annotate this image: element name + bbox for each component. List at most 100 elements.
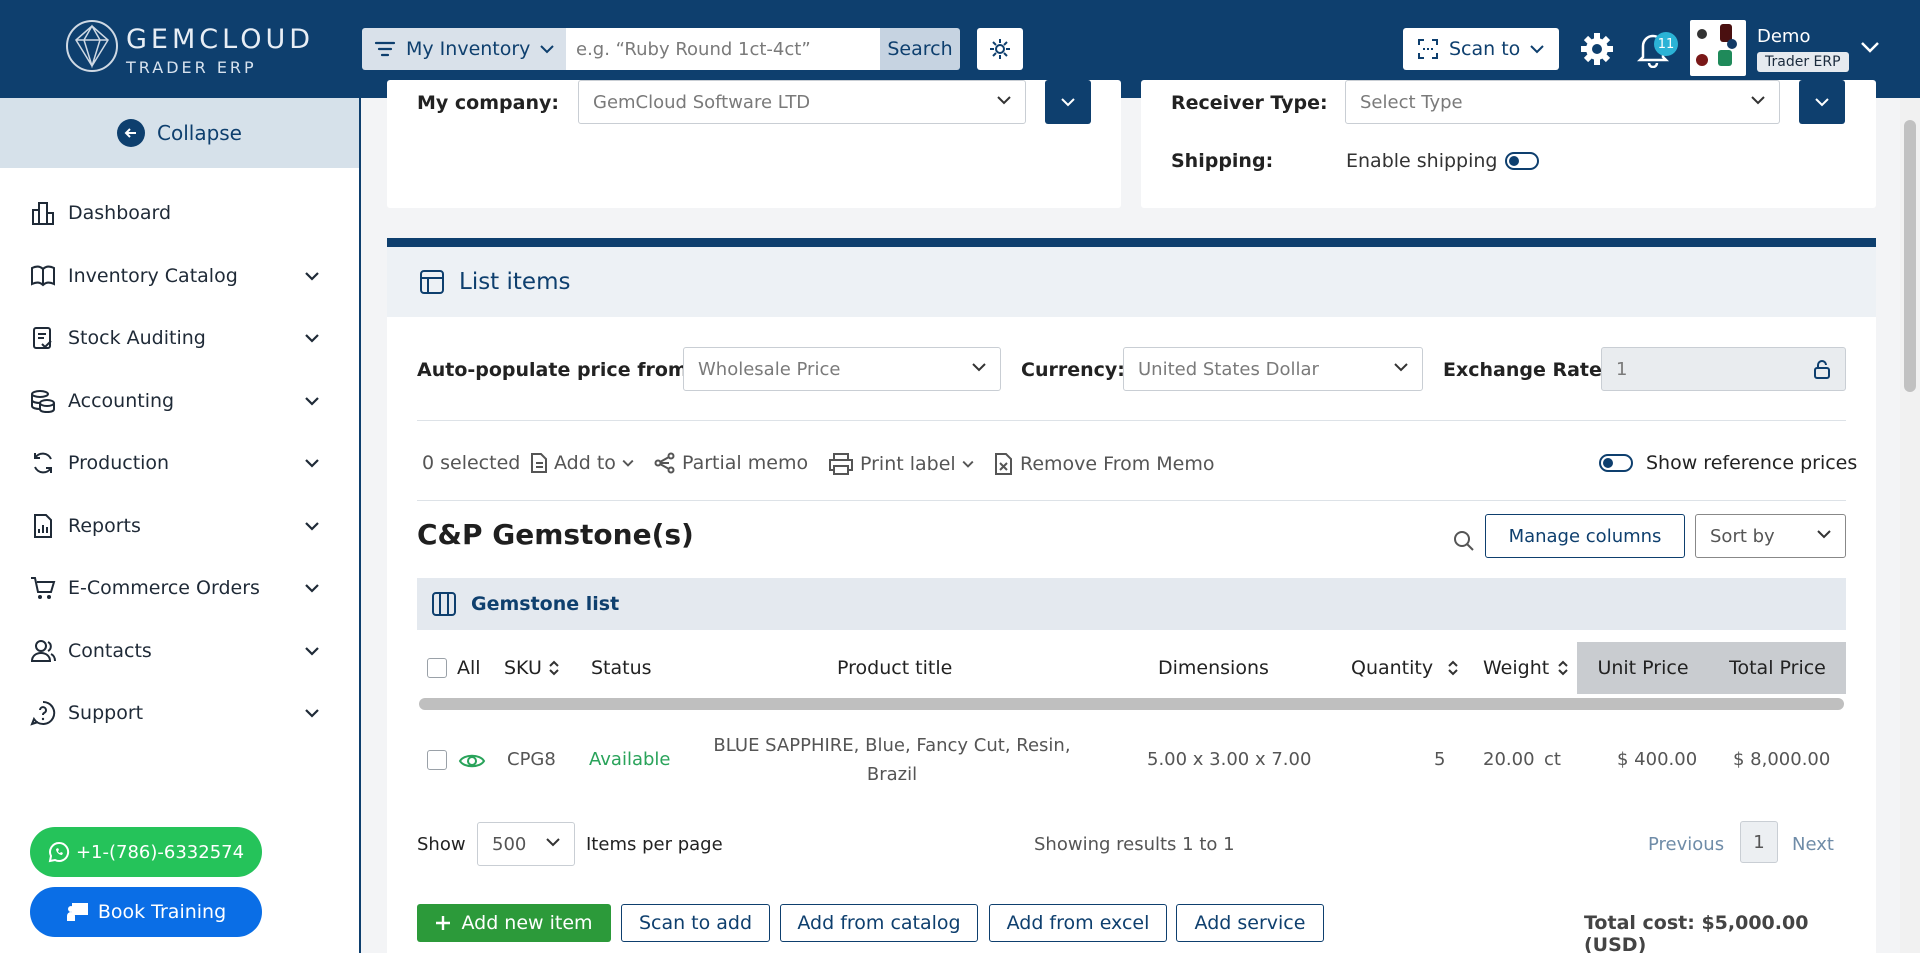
row-total-price: $ 8,000.00 bbox=[1733, 749, 1831, 770]
whatsapp-button[interactable]: +1-(786)-6332574 bbox=[30, 827, 262, 877]
sidebar-item-inventory-catalog[interactable]: Inventory Catalog bbox=[0, 245, 359, 308]
next-page-link[interactable]: Next bbox=[1792, 834, 1834, 855]
sort-by-value: Sort by bbox=[1710, 525, 1775, 547]
currency-value: United States Dollar bbox=[1138, 358, 1319, 380]
chevron-down-icon bbox=[997, 96, 1011, 105]
sidebar-item-label: Reports bbox=[68, 514, 141, 537]
column-weight-label: Weight bbox=[1483, 657, 1550, 679]
column-product-title: Product title bbox=[837, 657, 953, 679]
per-page-select[interactable]: 500 bbox=[477, 822, 575, 866]
sidebar-item-dashboard[interactable]: Dashboard bbox=[0, 182, 359, 245]
results-summary: Showing results 1 to 1 bbox=[1034, 834, 1235, 855]
receiver-expand-button[interactable] bbox=[1799, 80, 1845, 124]
add-service-button[interactable]: Add service bbox=[1176, 904, 1324, 942]
add-to-dropdown[interactable]: Add to bbox=[530, 452, 634, 474]
scan-to-add-button[interactable]: Scan to add bbox=[621, 904, 770, 942]
divider bbox=[417, 500, 1846, 501]
chevron-down-icon bbox=[546, 838, 560, 847]
row-checkbox[interactable] bbox=[427, 750, 447, 775]
sidebar-item-accounting[interactable]: Accounting bbox=[0, 370, 359, 433]
print-label-dropdown[interactable]: Print label bbox=[828, 452, 974, 476]
gem-logo-icon bbox=[66, 20, 118, 72]
columns-icon bbox=[432, 592, 456, 616]
search-button[interactable]: Search bbox=[880, 28, 960, 70]
inventory-scope-label: My Inventory bbox=[406, 38, 531, 60]
sidebar-item-ecommerce-orders[interactable]: E-Commerce Orders bbox=[0, 557, 359, 620]
row-weight: 20.00 bbox=[1483, 749, 1535, 770]
chevron-down-icon bbox=[305, 396, 319, 406]
chevron-down-icon bbox=[1817, 530, 1831, 539]
row-status: Available bbox=[589, 749, 671, 770]
company-select[interactable]: GemCloud Software LTD bbox=[578, 80, 1026, 124]
gear-icon[interactable] bbox=[1578, 30, 1616, 68]
table-horizontal-scrollbar[interactable] bbox=[419, 698, 1844, 710]
sort-icon bbox=[1448, 660, 1458, 676]
currency-select[interactable]: United States Dollar bbox=[1123, 347, 1423, 391]
chevron-down-icon bbox=[972, 363, 986, 372]
column-unit-price-label: Unit Price bbox=[1597, 657, 1689, 679]
page-number-button[interactable]: 1 bbox=[1740, 821, 1778, 863]
autopopulate-select[interactable]: Wholesale Price bbox=[683, 347, 1001, 391]
inventory-scope-dropdown[interactable]: My Inventory bbox=[362, 28, 566, 70]
column-sku-label: SKU bbox=[504, 657, 542, 679]
column-weight[interactable]: Weight bbox=[1483, 642, 1569, 694]
sidebar-item-reports[interactable]: Reports bbox=[0, 495, 359, 558]
column-quantity[interactable]: Quantity bbox=[1351, 642, 1459, 694]
book-training-button[interactable]: Book Training bbox=[30, 887, 262, 937]
remove-from-memo-label: Remove From Memo bbox=[1020, 453, 1215, 475]
receiver-type-select[interactable]: Select Type bbox=[1345, 80, 1780, 124]
sort-icon bbox=[1558, 660, 1568, 676]
chevron-down-icon bbox=[305, 584, 319, 593]
sidebar-item-label: Dashboard bbox=[68, 202, 172, 225]
add-from-excel-button[interactable]: Add from excel bbox=[989, 904, 1167, 942]
chevron-down-icon bbox=[305, 271, 319, 281]
sort-by-select[interactable]: Sort by bbox=[1695, 514, 1846, 558]
previous-page-link[interactable]: Previous bbox=[1648, 834, 1724, 855]
enable-shipping-label: Enable shipping bbox=[1346, 150, 1498, 172]
select-all-checkbox[interactable] bbox=[427, 642, 447, 694]
section-title: C&P Gemstone(s) bbox=[417, 518, 694, 551]
sidebar-item-contacts[interactable]: Contacts bbox=[0, 620, 359, 683]
add-new-item-button[interactable]: Add new item bbox=[417, 904, 611, 942]
remove-from-memo-button[interactable]: Remove From Memo bbox=[994, 452, 1214, 476]
scan-to-dropdown[interactable]: Scan to bbox=[1403, 28, 1559, 70]
per-page-label: Items per page bbox=[586, 834, 723, 855]
sidebar-item-stock-auditing[interactable]: Stock Auditing bbox=[0, 307, 359, 370]
sidebar-item-production[interactable]: Production bbox=[0, 432, 359, 495]
add-from-catalog-button[interactable]: Add from catalog bbox=[780, 904, 978, 942]
filter-icon bbox=[374, 41, 396, 57]
reference-prices-toggle[interactable] bbox=[1599, 454, 1633, 472]
collapse-button[interactable]: Collapse bbox=[0, 98, 359, 168]
eye-icon[interactable] bbox=[458, 751, 486, 771]
show-label: Show bbox=[417, 834, 466, 855]
row-product-title-line-2: Brazil bbox=[866, 764, 918, 785]
presentation-icon bbox=[66, 903, 88, 921]
partial-memo-button[interactable]: Partial memo bbox=[654, 452, 808, 474]
company-label: My company: bbox=[417, 92, 559, 114]
gemstone-list-bar[interactable]: Gemstone list bbox=[417, 578, 1846, 630]
avatar[interactable] bbox=[1690, 20, 1746, 76]
shipping-toggle[interactable] bbox=[1505, 152, 1539, 170]
column-status: Status bbox=[591, 657, 652, 679]
whatsapp-label: +1-(786)-6332574 bbox=[75, 841, 245, 863]
user-menu-chevron-icon[interactable] bbox=[1860, 40, 1880, 54]
manage-columns-button[interactable]: Manage columns bbox=[1485, 514, 1685, 558]
column-sku[interactable]: SKU bbox=[504, 642, 560, 694]
search-icon[interactable] bbox=[1452, 529, 1476, 553]
page-scrollbar-thumb[interactable] bbox=[1904, 120, 1916, 392]
exchange-rate-value: 1 bbox=[1616, 358, 1628, 380]
sidebar-item-support[interactable]: Support bbox=[0, 682, 359, 745]
exchange-rate-input[interactable]: 1 bbox=[1601, 347, 1846, 391]
company-expand-button[interactable] bbox=[1045, 80, 1091, 124]
search-settings-button[interactable] bbox=[977, 28, 1023, 70]
sidebar-item-label: Production bbox=[68, 452, 170, 475]
chevron-down-icon bbox=[305, 521, 319, 531]
search-settings-icon bbox=[990, 39, 1010, 59]
contacts-icon bbox=[30, 638, 58, 664]
add-new-item-label: Add new item bbox=[461, 912, 593, 934]
sidebar-item-label: Contacts bbox=[68, 639, 152, 662]
row-product-title-line-1: BLUE SAPPHIRE, Blue, Fancy Cut, Resin, bbox=[713, 735, 1071, 756]
shipping-label: Shipping: bbox=[1171, 150, 1274, 172]
search-input[interactable] bbox=[566, 28, 880, 70]
logo[interactable]: GEMCLOUD TRADER ERP bbox=[64, 18, 310, 78]
